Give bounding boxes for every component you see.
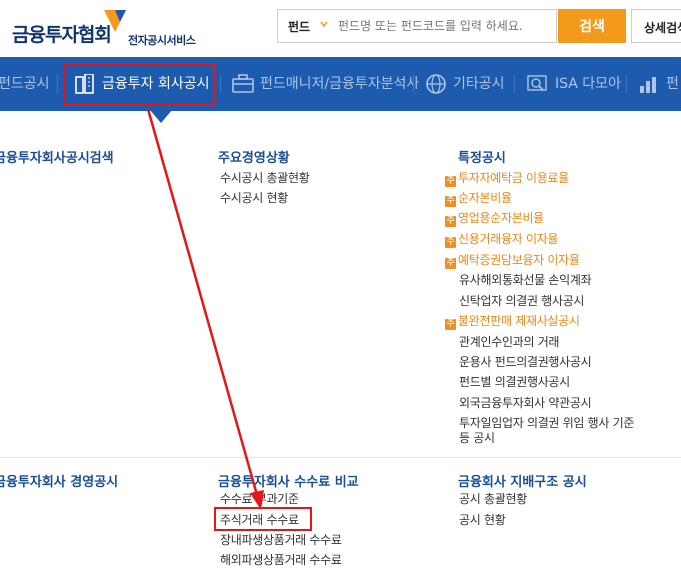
annotation-arrow-icon <box>146 108 264 510</box>
